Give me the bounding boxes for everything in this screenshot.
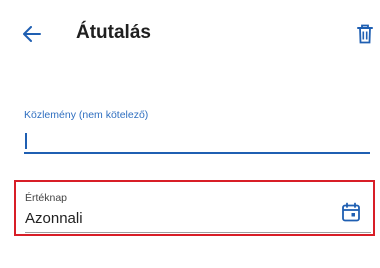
app-bar: Átutalás [0, 0, 380, 68]
memo-input[interactable] [24, 129, 370, 154]
form-panel [0, 68, 380, 268]
value-date-label: Értéknap [25, 192, 68, 204]
memo-underline [24, 152, 370, 154]
page-title: Átutalás [76, 22, 151, 43]
arrow-left-icon [23, 26, 41, 42]
value-date-underline [25, 232, 371, 233]
text-caret [25, 133, 27, 149]
value-date-field[interactable]: Értéknap Azonnali [14, 180, 375, 236]
trash-icon [357, 24, 373, 44]
delete-button[interactable] [354, 22, 376, 46]
calendar-icon[interactable] [341, 202, 361, 222]
memo-label: Közlemény (nem kötelező) [24, 109, 149, 121]
back-button[interactable] [18, 20, 46, 48]
value-date-value: Azonnali [25, 210, 83, 227]
